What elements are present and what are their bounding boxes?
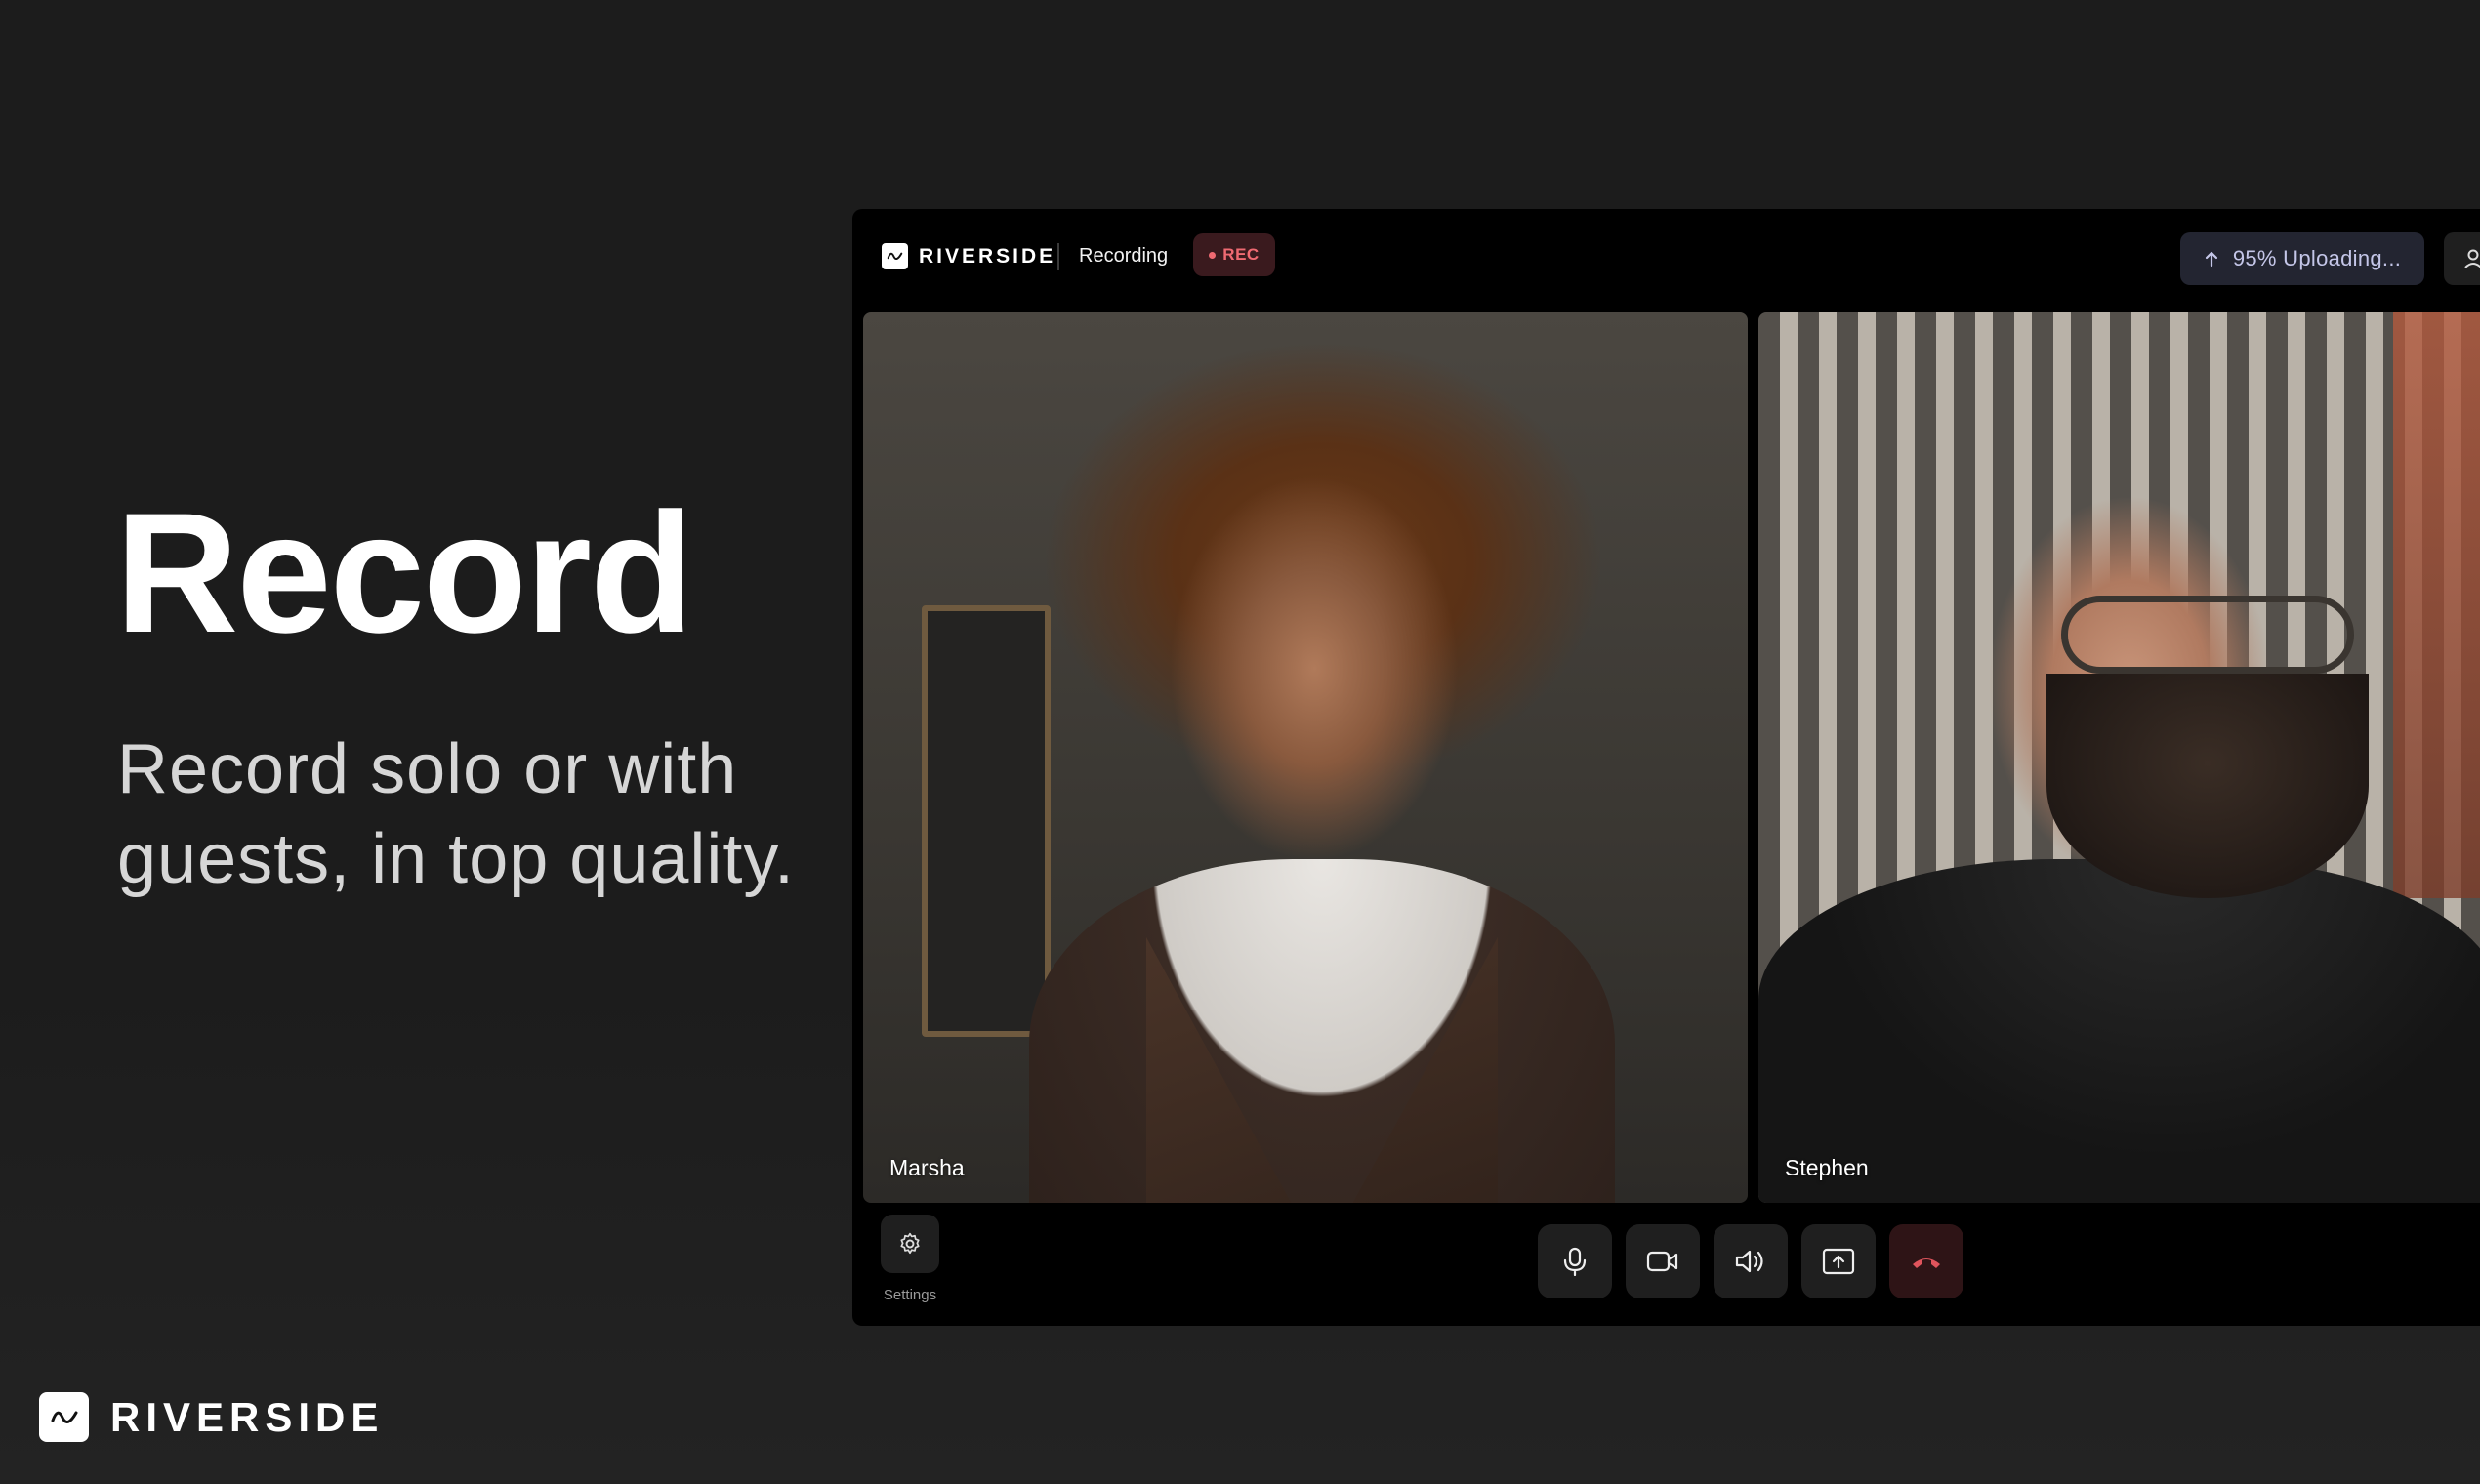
video-tile-marsha[interactable]: Marsha <box>863 312 1748 1203</box>
participant-name: Marsha <box>889 1155 965 1180</box>
end-call-icon <box>1913 1258 1940 1268</box>
call-controls <box>1538 1224 1963 1298</box>
divider <box>1057 243 1059 270</box>
app-brand-wordmark: RIVERSIDE <box>919 244 1056 268</box>
speaker-icon <box>1735 1250 1763 1273</box>
riverside-logo-icon <box>882 243 908 269</box>
app-logo[interactable]: RIVERSIDE <box>882 243 1055 269</box>
rec-badge: REC <box>1193 233 1275 276</box>
end-call-button[interactable] <box>1889 1224 1963 1298</box>
session-status: Recording <box>1079 245 1169 267</box>
control-bar: Settings <box>852 1215 2480 1326</box>
video-tile-stephen[interactable]: Stephen <box>1758 312 2480 1203</box>
settings-button[interactable] <box>881 1215 939 1273</box>
riverside-logo-icon <box>39 1392 89 1442</box>
brand-wordmark: RIVERSIDE <box>110 1393 385 1440</box>
rec-label: REC <box>1222 245 1260 264</box>
settings-label: Settings <box>883 1287 937 1303</box>
gear-icon <box>900 1232 920 1255</box>
participants-button[interactable] <box>2444 232 2480 285</box>
arrow-up-icon <box>2205 251 2217 268</box>
rec-dot-icon <box>1209 251 1217 259</box>
microphone-icon <box>1563 1247 1587 1276</box>
settings: Settings <box>881 1215 939 1303</box>
participant-glasses <box>2061 596 2354 674</box>
participant-beard <box>2046 674 2369 898</box>
participant-name: Stephen <box>1785 1155 1869 1180</box>
microphone-button[interactable] <box>1538 1224 1612 1298</box>
background-wall <box>2393 312 2480 898</box>
speaker-button[interactable] <box>1714 1224 1788 1298</box>
footer-brand: RIVERSIDE <box>39 1392 384 1442</box>
camera-button[interactable] <box>1626 1224 1700 1298</box>
camera-icon <box>1646 1251 1678 1272</box>
upload-status-text: 95% Uploading... <box>2232 246 2402 270</box>
participant-figure <box>1029 859 1615 1203</box>
hero-title: Record <box>115 478 694 669</box>
background-painting <box>922 605 1051 1037</box>
share-screen-button[interactable] <box>1801 1224 1876 1298</box>
participant-figure <box>1758 859 2480 1203</box>
upload-status-pill[interactable]: 95% Uploading... <box>2180 232 2424 285</box>
share-screen-icon <box>1822 1248 1855 1275</box>
user-icon <box>2464 249 2480 268</box>
recording-app-window: RIVERSIDE Recording REC 95% Uploading...… <box>852 209 2480 1326</box>
hero-subtitle: Record solo or with guests, in top quali… <box>117 730 796 898</box>
top-bar: RIVERSIDE Recording REC 95% Uploading... <box>852 209 2480 310</box>
